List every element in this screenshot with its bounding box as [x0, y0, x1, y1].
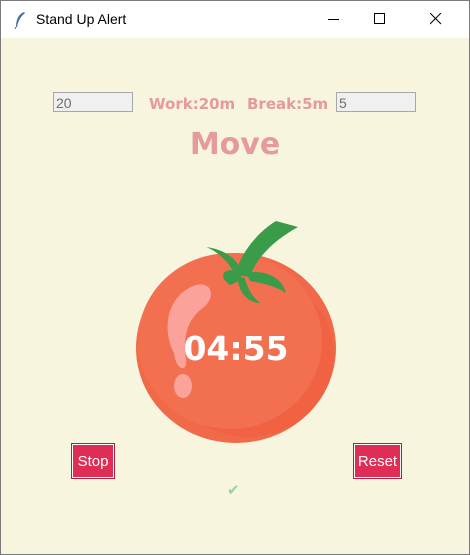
- checkmark-icon: ✔: [227, 481, 240, 499]
- stop-button[interactable]: Stop: [71, 443, 115, 479]
- maximize-button[interactable]: [357, 1, 403, 38]
- minimize-button[interactable]: [311, 1, 357, 38]
- break-minutes-input[interactable]: 5: [336, 92, 416, 112]
- title-bar[interactable]: Stand Up Alert: [1, 1, 469, 38]
- feather-icon: [14, 12, 25, 29]
- reset-button[interactable]: Reset: [353, 443, 402, 479]
- mode-label: Move: [189, 127, 281, 162]
- close-button[interactable]: [413, 1, 459, 38]
- close-icon: [430, 13, 442, 25]
- app-window: Stand Up Alert 20 Work:20m Break:5m 5 Mo…: [0, 0, 470, 555]
- work-minutes-input[interactable]: 20: [53, 92, 133, 112]
- break-duration-label: Break:5m: [247, 95, 329, 113]
- work-duration-label: Work:20m: [149, 95, 236, 113]
- minimize-icon: [328, 19, 339, 20]
- window-title: Stand Up Alert: [36, 11, 127, 27]
- maximize-icon: [374, 13, 385, 24]
- countdown-timer: 04:55: [183, 329, 289, 368]
